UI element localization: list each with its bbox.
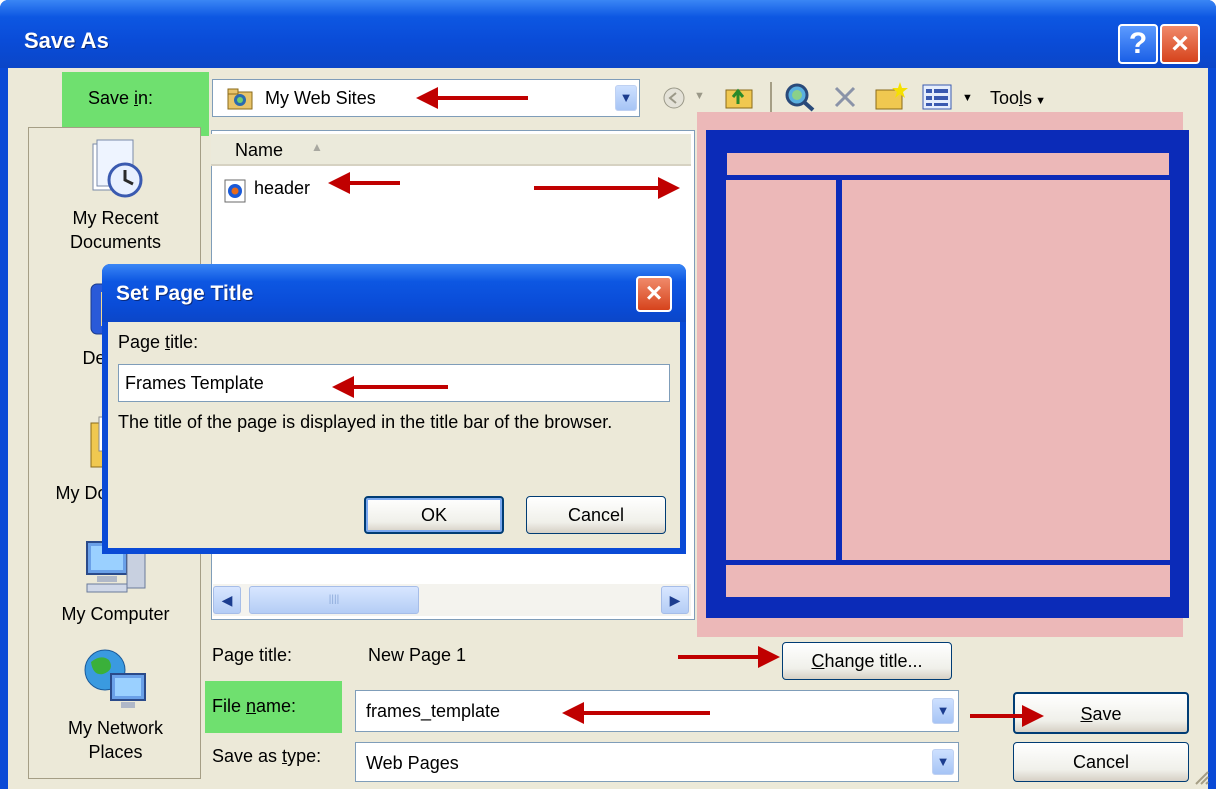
views-icon[interactable] [922,84,952,110]
file-name-label: File name: [212,696,297,716]
network-places-icon [84,649,146,708]
place-label: My Recent Documents [69,208,162,252]
save-as-type-label: Save as type: [212,746,322,766]
help-button[interactable]: ? [1118,24,1158,64]
list-item[interactable]: header [224,176,324,204]
file-name-value: frames_template [366,701,501,721]
frame-header [726,152,1170,176]
place-my-network-places[interactable]: My Network Places [29,646,202,764]
recent-documents-icon [92,139,142,198]
place-label: My Computer [61,604,170,624]
frame-left [726,180,836,560]
dialog-description: The title of the page is displayed in th… [118,412,613,432]
page-title-value: New Page 1 [368,645,467,665]
scroll-right-button[interactable]: ▶ [661,586,689,614]
ok-button[interactable]: OK [364,496,504,534]
new-folder-icon[interactable] [874,80,908,112]
save-as-type-value: Web Pages [366,753,459,773]
chevron-down-icon[interactable]: ▼ [932,698,954,724]
scroll-left-button[interactable]: ◀ [213,586,241,614]
search-web-icon[interactable] [784,82,816,112]
page-title-label: Page title: [212,645,293,665]
views-dropdown-icon[interactable]: ▼ [962,92,973,104]
frame-main [842,180,1170,560]
title-bar [0,0,1216,68]
back-dropdown-icon[interactable]: ▼ [694,90,705,102]
save-as-type-dropdown[interactable]: Web Pages ▼ [355,742,959,782]
dialog-title-bar: Set Page Title [102,264,686,322]
dialog-page-title-input[interactable]: Frames Template [118,364,670,402]
html-file-icon [224,179,246,203]
dialog-cancel-button[interactable]: Cancel [526,496,666,534]
place-my-recent-documents[interactable]: My Recent Documents [29,138,202,254]
frame-footer [726,565,1170,597]
dialog-title: Set Page Title [116,282,254,305]
place-label: My Network Places [67,718,163,762]
delete-icon[interactable] [832,84,858,110]
web-folder-icon [227,88,253,110]
resize-grip-icon[interactable] [1192,768,1210,786]
cancel-button[interactable]: Cancel [1013,742,1189,782]
up-folder-icon[interactable] [724,84,754,110]
toolbar-separator [770,82,772,112]
chevron-down-icon[interactable]: ▼ [615,85,637,111]
change-title-button[interactable]: Change title... [782,642,952,680]
tools-menu[interactable]: Tools ▼ [990,88,1046,109]
column-header-name[interactable]: Name ▲ [211,134,691,166]
dialog-close-button[interactable]: × [636,276,672,312]
chevron-down-icon[interactable]: ▼ [932,749,954,775]
list-item-label: header [254,178,311,198]
scroll-thumb[interactable]: |||| [249,586,419,614]
sort-ascending-icon: ▲ [311,140,323,154]
horizontal-scrollbar[interactable]: ◀ |||| ▶ [213,584,691,616]
dialog-page-title-value: Frames Template [125,373,264,393]
column-name-label: Name [235,140,284,160]
save-in-label: Save in: [88,88,154,108]
back-icon[interactable] [662,86,686,110]
dialog-page-title-label: Page title: [118,332,199,352]
window-title: Save As [24,28,109,53]
save-in-location: My Web Sites [265,88,376,108]
close-button[interactable]: × [1160,24,1200,64]
dialog-body: Page title: Frames Template The title of… [108,322,680,548]
